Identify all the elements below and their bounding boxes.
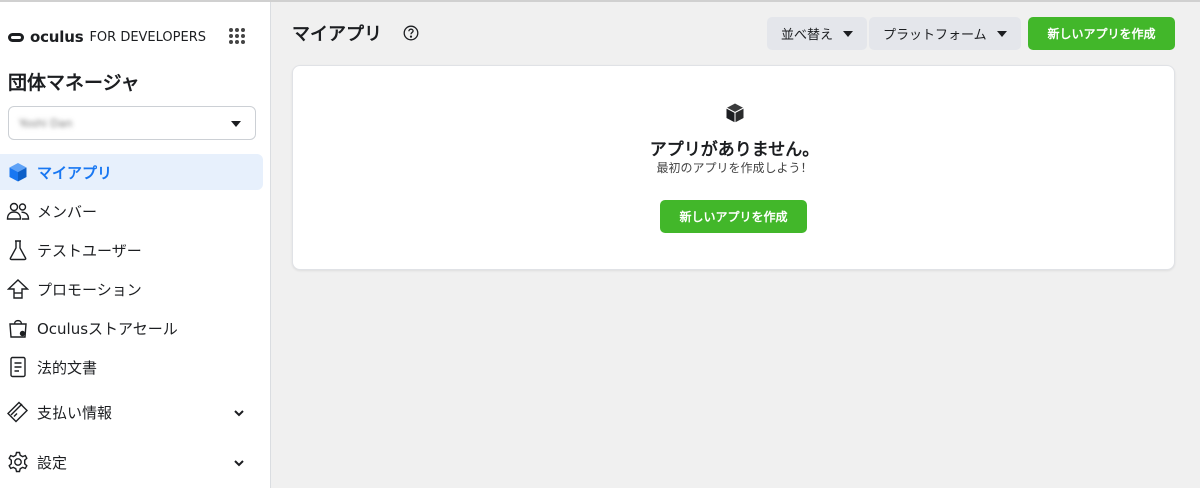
organization-select[interactable]: Yoshi Dan	[8, 106, 256, 140]
empty-state-subtitle: 最初のアプリを作成しよう！	[656, 161, 813, 175]
credit-card-icon	[6, 400, 30, 424]
sidebar-item-label: Oculusストアセール	[37, 319, 178, 338]
sidebar-item-store-sales[interactable]: Oculusストアセール	[0, 310, 263, 346]
sidebar-item-my-apps[interactable]: マイアプリ	[0, 154, 263, 190]
brand-logo[interactable]: oculus FOR DEVELOPERS	[8, 28, 206, 46]
sidebar-item-label: マイアプリ	[37, 163, 113, 182]
chevron-down-icon[interactable]	[233, 454, 245, 473]
sidebar-item-members[interactable]: メンバー	[0, 193, 263, 229]
sort-label: 並べ替え	[781, 28, 834, 43]
sidebar-item-test-users[interactable]: テストユーザー	[0, 232, 263, 268]
help-icon[interactable]	[403, 25, 419, 45]
sidebar-item-settings[interactable]: 設定	[0, 444, 263, 480]
arrow-up-icon	[6, 277, 30, 301]
sidebar-item-label: 設定	[37, 453, 68, 472]
brand-name: oculus	[30, 28, 84, 46]
caret-down-icon	[996, 30, 1007, 37]
create-new-app-button[interactable]: 新しいアプリを作成	[1028, 17, 1175, 50]
sidebar-item-promotions[interactable]: プロモーション	[0, 271, 263, 307]
empty-state-title: アプリがありません。	[649, 140, 820, 160]
page-title: マイアプリ	[292, 24, 382, 45]
sidebar-item-label: テストユーザー	[37, 241, 142, 260]
gear-icon	[6, 450, 30, 474]
sidebar-item-label: 法的文書	[37, 358, 98, 377]
organization-select-value: Yoshi Dan	[19, 117, 73, 130]
empty-state-card: アプリがありません。 最初のアプリを作成しよう！ 新しいアプリを作成	[292, 65, 1175, 270]
sidebar-item-legal-documents[interactable]: 法的文書	[0, 349, 263, 385]
sidebar-item-label: メンバー	[37, 202, 98, 221]
cube-icon	[6, 160, 30, 184]
sidebar-item-label: プロモーション	[37, 280, 142, 299]
sort-dropdown[interactable]: 並べ替え	[767, 17, 867, 50]
cube-icon	[724, 102, 746, 128]
chevron-down-icon	[231, 121, 241, 127]
document-icon	[6, 355, 30, 379]
shopping-bag-icon	[6, 316, 30, 340]
platform-label: プラットフォーム	[883, 28, 987, 43]
people-icon	[6, 199, 30, 223]
platform-dropdown[interactable]: プラットフォーム	[869, 17, 1021, 50]
caret-down-icon	[843, 30, 853, 37]
sidebar: oculus FOR DEVELOPERS 団体マネージャ Yoshi Dan …	[0, 2, 271, 488]
oculus-logo-icon	[8, 32, 24, 42]
app-switcher-grid-icon[interactable]	[229, 28, 245, 44]
flask-icon	[6, 238, 30, 262]
sidebar-item-payment-info[interactable]: 支払い情報	[0, 394, 263, 430]
create-new-app-button[interactable]: 新しいアプリを作成	[660, 200, 807, 233]
sidebar-item-label: 支払い情報	[37, 403, 113, 422]
chevron-down-icon[interactable]	[233, 404, 245, 423]
org-title: 団体マネージャ	[8, 72, 140, 94]
brand-suffix: FOR DEVELOPERS	[89, 29, 206, 45]
